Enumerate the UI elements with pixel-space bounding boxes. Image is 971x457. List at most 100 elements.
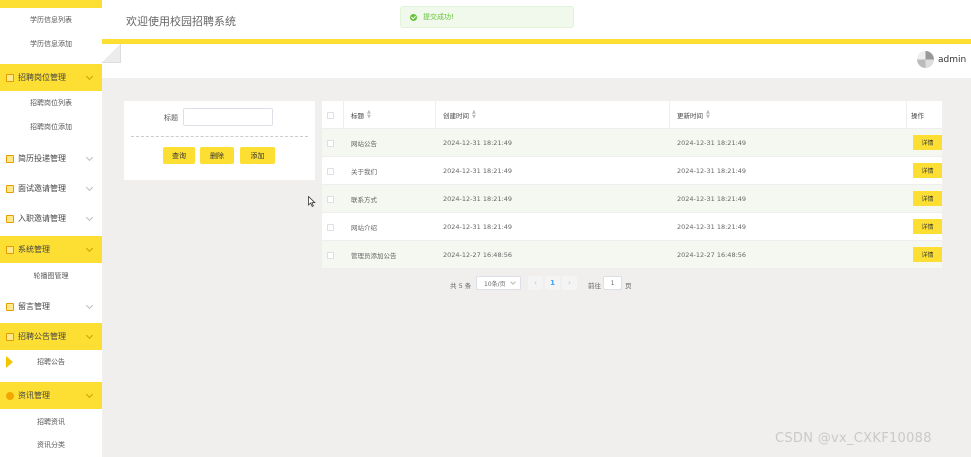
sidebar-group-5[interactable]: 简历投递管理 bbox=[0, 145, 102, 172]
sort-icon[interactable]: ▲ ▼ bbox=[706, 110, 710, 120]
search-divider bbox=[131, 136, 308, 137]
sidebar-group-label: 入职邀请管理 bbox=[18, 214, 66, 223]
sidebar-group-label: 面试邀请管理 bbox=[18, 184, 66, 193]
column-separator bbox=[343, 101, 344, 129]
username[interactable]: admin bbox=[938, 55, 966, 65]
sidebar-group-13[interactable]: 资讯管理 bbox=[0, 382, 102, 409]
sort-icon[interactable]: ▲ ▼ bbox=[472, 110, 476, 120]
sidebar-item-12[interactable]: 招聘公告 bbox=[0, 350, 102, 374]
column-header-created[interactable]: 创建时间 ▲ ▼ bbox=[443, 101, 476, 129]
sidebar-group-6[interactable]: 面试邀请管理 bbox=[0, 175, 102, 202]
sidebar-group-10[interactable]: 留言管理 bbox=[0, 293, 102, 320]
sidebar-item-label: 学历信息添加 bbox=[30, 40, 72, 48]
sidebar-item-3[interactable]: 招聘岗位列表 bbox=[0, 91, 102, 115]
sort-icon[interactable]: ▲ ▼ bbox=[367, 110, 371, 120]
query-button[interactable]: 查询 bbox=[163, 147, 195, 164]
cell-title: 关于我们 bbox=[351, 168, 377, 176]
chevron-down-icon bbox=[85, 213, 94, 221]
sidebar-item-14[interactable]: 招聘资讯 bbox=[0, 410, 102, 434]
row-checkbox[interactable] bbox=[327, 167, 334, 175]
pagination: 共 5 条 10条/页 ‹ 1 › 前往 1 页 bbox=[0, 276, 971, 292]
sidebar-item-label: 招聘公告 bbox=[37, 358, 65, 366]
watermark: CSDN @vx_CXKF10088 bbox=[775, 431, 932, 446]
row-checkbox-cell[interactable] bbox=[327, 241, 334, 269]
chevron-down-icon bbox=[85, 390, 94, 398]
detail-button[interactable]: 详情 bbox=[913, 247, 942, 262]
column-header-title-label: 标题 bbox=[351, 112, 364, 120]
delete-button[interactable]: 删除 bbox=[200, 147, 234, 164]
sidebar-group-label: 留言管理 bbox=[18, 302, 50, 311]
detail-button[interactable]: 详情 bbox=[913, 163, 942, 178]
table-header-row: 标题 ▲ ▼ 创建时间 ▲ ▼ 更新时间 ▲ ▼ 操作 bbox=[322, 101, 942, 129]
column-separator bbox=[906, 101, 907, 129]
avatar[interactable] bbox=[917, 51, 934, 68]
row-checkbox-cell[interactable] bbox=[327, 129, 334, 157]
search-title-input[interactable] bbox=[183, 108, 273, 126]
search-panel: 标题 查询 删除 添加 bbox=[124, 101, 315, 180]
sidebar-item-1[interactable]: 学历信息添加 bbox=[0, 32, 102, 56]
success-toast: 提交成功! bbox=[400, 6, 574, 28]
menu-group-icon bbox=[6, 154, 14, 163]
detail-button[interactable]: 详情 bbox=[913, 219, 942, 234]
sidebar-group-label: 简历投递管理 bbox=[18, 154, 66, 163]
cell-created: 2024-12-31 18:21:49 bbox=[443, 223, 513, 231]
chevron-down-icon bbox=[510, 279, 516, 285]
row-checkbox[interactable] bbox=[327, 139, 334, 147]
column-header-updated[interactable]: 更新时间 ▲ ▼ bbox=[677, 101, 710, 129]
row-checkbox[interactable] bbox=[327, 195, 334, 203]
table-row: 网站公告 2024-12-31 18:21:49 2024-12-31 18:21:… bbox=[322, 129, 942, 157]
row-checkbox-cell[interactable] bbox=[327, 185, 334, 213]
cell-updated: 2024-12-31 18:21:49 bbox=[677, 167, 747, 175]
row-checkbox[interactable] bbox=[327, 251, 334, 259]
chevron-down-icon bbox=[85, 153, 94, 161]
row-checkbox-cell[interactable] bbox=[327, 213, 334, 241]
row-checkbox-cell[interactable] bbox=[327, 157, 334, 185]
page-title: 欢迎使用校园招聘系统 bbox=[126, 15, 236, 28]
detail-button[interactable]: 详情 bbox=[913, 135, 942, 150]
page-size-select[interactable]: 10条/页 bbox=[476, 276, 521, 290]
sidebar-item-0[interactable]: 学历信息列表 bbox=[0, 8, 102, 32]
select-all-checkbox-cell[interactable] bbox=[327, 101, 334, 129]
sidebar-group-2[interactable]: 招聘岗位管理 bbox=[0, 64, 102, 91]
table-row: 管理员添加公告 2024-12-27 16:48:56 2024-12-27 16:… bbox=[322, 241, 942, 269]
page-number-current[interactable]: 1 bbox=[545, 276, 560, 290]
column-header-updated-label: 更新时间 bbox=[677, 112, 703, 120]
cell-created: 2024-12-31 18:21:49 bbox=[443, 195, 513, 203]
chevron-down-icon bbox=[85, 301, 94, 309]
goto-page-input[interactable]: 1 bbox=[603, 276, 622, 290]
sidebar-group-11[interactable]: 招聘公告管理 bbox=[0, 323, 102, 350]
cell-updated: 2024-12-31 18:21:49 bbox=[677, 195, 747, 203]
table-row: 联系方式 2024-12-31 18:21:49 2024-12-31 18:21:… bbox=[322, 185, 942, 213]
detail-button[interactable]: 详情 bbox=[913, 191, 942, 206]
search-title-label: 标题 bbox=[164, 114, 178, 122]
sidebar-item-4[interactable]: 招聘岗位添加 bbox=[0, 115, 102, 139]
column-header-created-label: 创建时间 bbox=[443, 112, 469, 120]
sidebar-item-label: 招聘资讯 bbox=[37, 418, 65, 426]
data-table: 标题 ▲ ▼ 创建时间 ▲ ▼ 更新时间 ▲ ▼ 操作 网站公告 2024-12-31 18:… bbox=[322, 101, 942, 269]
sidebar-collapse-button[interactable] bbox=[102, 44, 121, 63]
pagination-total: 共 5 条 bbox=[450, 282, 472, 290]
menu-group-icon bbox=[6, 184, 14, 193]
sidebar: 学历信息列表学历信息添加招聘岗位管理 招聘岗位列表 招聘岗位添加简历投递管理 面试邀请… bbox=[0, 0, 102, 457]
sidebar-item-15[interactable]: 资讯分类 bbox=[0, 433, 102, 457]
row-checkbox[interactable] bbox=[327, 223, 334, 231]
prev-page-button[interactable]: ‹ bbox=[528, 276, 543, 290]
chevron-down-icon bbox=[85, 244, 94, 252]
sub-header: admin bbox=[102, 44, 971, 78]
sidebar-top-accent bbox=[0, 0, 102, 8]
cell-title: 管理员添加公告 bbox=[351, 252, 397, 260]
cell-created: 2024-12-31 18:21:49 bbox=[443, 167, 513, 175]
next-page-button[interactable]: › bbox=[562, 276, 577, 290]
sidebar-group-label: 资讯管理 bbox=[18, 391, 50, 400]
add-button[interactable]: 添加 bbox=[240, 147, 275, 164]
chevron-down-icon bbox=[85, 331, 94, 339]
column-header-title[interactable]: 标题 ▲ ▼ bbox=[351, 101, 371, 129]
sidebar-group-8[interactable]: 系统管理 bbox=[0, 236, 102, 263]
cell-title: 联系方式 bbox=[351, 196, 377, 204]
toast-message: 提交成功! bbox=[423, 13, 454, 21]
page-suffix-label: 页 bbox=[625, 282, 632, 290]
sidebar-group-7[interactable]: 入职邀请管理 bbox=[0, 205, 102, 232]
select-all-checkbox[interactable] bbox=[327, 111, 334, 119]
cell-updated: 2024-12-27 16:48:56 bbox=[677, 251, 747, 259]
active-marker-icon bbox=[6, 356, 13, 368]
